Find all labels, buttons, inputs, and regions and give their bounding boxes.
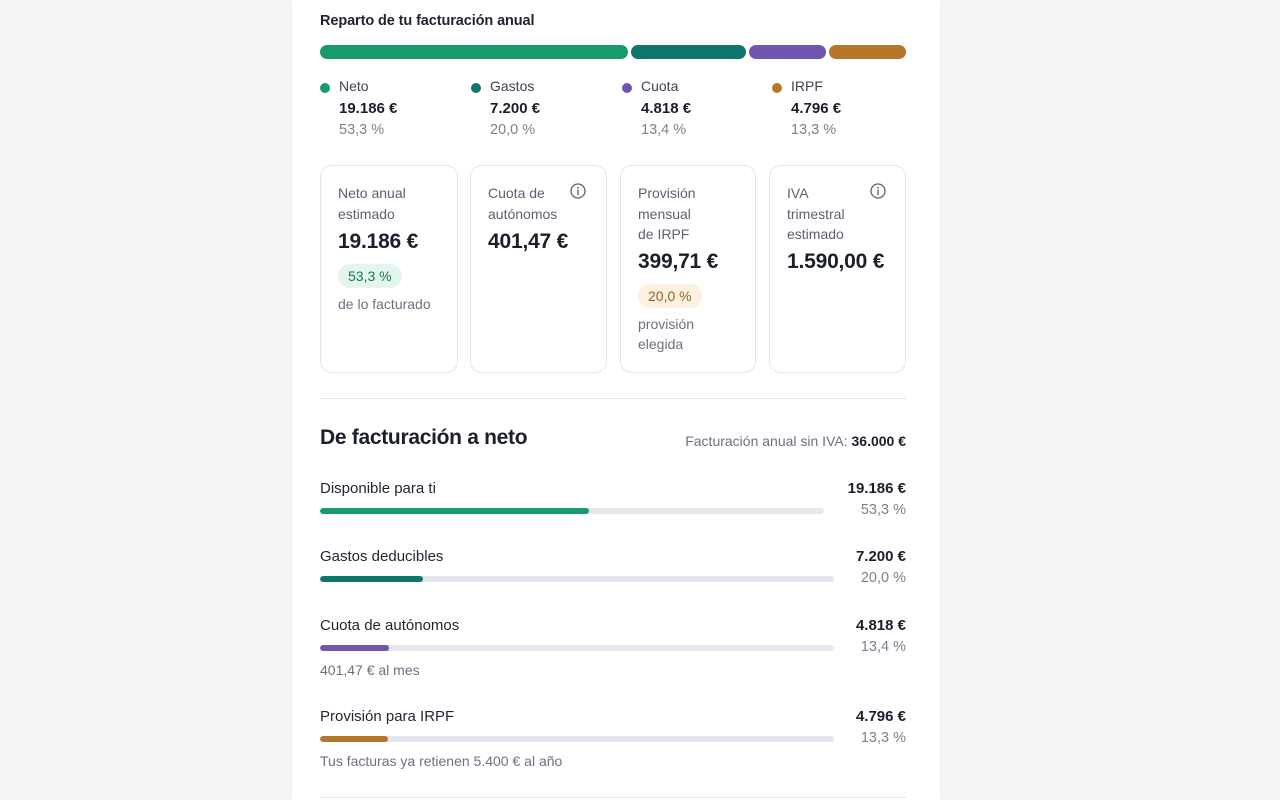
card-label-line: mensual [638, 205, 691, 222]
progress-fill [320, 736, 389, 742]
status-badge: 53,3 % [338, 264, 402, 288]
card-label-line: Cuota de [488, 185, 545, 201]
card-label-line: estimado [338, 205, 395, 222]
progress-track [320, 645, 834, 651]
split-segment-gastos [630, 45, 746, 59]
legend-amount: 19.186 € [339, 100, 398, 117]
split-segment-neto [320, 45, 628, 59]
row-amount: 4.796 € [855, 708, 906, 725]
card-value: 401,47 € [488, 230, 569, 253]
divider [320, 398, 906, 399]
progress-track [320, 736, 834, 742]
row-pct: 13,4 % [860, 639, 906, 655]
row-amount: 19.186 € [847, 480, 906, 497]
row-pct: 53,3 % [860, 502, 906, 518]
row-pct: 13,3 % [860, 730, 906, 746]
section-title: De facturación a neto [320, 426, 528, 449]
card-label-line: Neto anual [338, 185, 406, 201]
legend-pct: 53,3 % [339, 122, 385, 138]
card-label-line: IVA [787, 185, 809, 201]
legend-amount: 7.200 € [490, 100, 541, 117]
annual-billing-label: Facturación anual sin IVA: [685, 433, 848, 449]
card-provision-irpf: Provisión mensual de IRPF 399,71 € 20,0 … [620, 165, 756, 373]
legend-name: Neto [339, 78, 369, 94]
card-note: provisión elegida [638, 314, 694, 354]
card-label: Neto anual estimado [338, 183, 406, 224]
legend-pct: 20,0 % [490, 122, 536, 138]
card-note-line: provisión [638, 316, 695, 332]
row-note: 401,47 € al mes [320, 662, 420, 678]
info-icon[interactable] [570, 183, 586, 199]
split-segment-cuota [748, 45, 827, 59]
card-iva-trimestral: IVA trimestral estimado 1.590,00 € [769, 165, 906, 373]
legend-name: IRPF [791, 78, 823, 94]
progress-fill [320, 645, 389, 651]
card-label: Provisión mensual de IRPF [638, 183, 696, 245]
breakdown-row-cuota: Cuota de autónomos 4.818 € 13,4 % 401,47… [320, 617, 906, 681]
breakdown-row-irpf: Provisión para IRPF 4.796 € 13,3 % Tus f… [320, 708, 906, 772]
progress-fill [320, 576, 423, 582]
breakdown-row-disponible: Disponible para ti 19.186 € 53,3 % [320, 480, 906, 520]
card-label: IVA trimestral estimado [787, 183, 845, 245]
legend-amount: 4.818 € [641, 100, 692, 117]
card-label-line: de IRPF [638, 226, 690, 242]
divider [320, 797, 906, 798]
progress-track [320, 576, 834, 582]
legend-dot [622, 83, 632, 93]
progress-track [320, 508, 824, 514]
legend-pct: 13,3 % [791, 122, 837, 138]
card-label-line: estimado [787, 226, 844, 242]
card-label-line: trimestral [787, 205, 845, 222]
card-label-line: Provisión [638, 185, 696, 201]
legend-dot [471, 83, 481, 93]
card-note: de lo facturado [338, 296, 431, 312]
row-amount: 7.200 € [855, 548, 906, 565]
progress-fill [320, 508, 589, 514]
legend-name: Cuota [641, 78, 679, 94]
row-label: Gastos deducibles [320, 548, 444, 565]
card-neto-anual: Neto anual estimado 19.186 € 53,3 % de l… [320, 165, 458, 373]
row-label: Disponible para ti [320, 480, 436, 497]
legend-dot [320, 83, 330, 93]
legend-name: Gastos [490, 78, 535, 94]
row-label: Provisión para IRPF [320, 708, 455, 725]
split-stacked-bar [320, 45, 906, 59]
split-title: Reparto de tu facturación anual [320, 13, 535, 29]
card-note-line: elegida [638, 336, 684, 352]
annual-billing-value: 36.000 € [851, 433, 907, 449]
card-label-line: autónomos [488, 205, 558, 222]
results-panel: Reparto de tu facturación anual Neto 19.… [292, 0, 940, 800]
breakdown-row-gastos: Gastos deducibles 7.200 € 20,0 % [320, 548, 906, 588]
split-legend: Neto 19.186 € 53,3 % Gastos 7.200 € 20,0… [320, 78, 906, 142]
row-amount: 4.818 € [855, 617, 906, 634]
card-label: Cuota de autónomos [488, 183, 557, 224]
annual-billing-summary: Facturación anual sin IVA: 36.000 € [685, 433, 906, 449]
card-value: 19.186 € [338, 230, 419, 253]
split-segment-irpf [829, 45, 906, 59]
card-value: 399,71 € [638, 250, 719, 273]
card-value: 1.590,00 € [787, 250, 885, 273]
row-note: Tus facturas ya retienen 5.400 € al año [320, 753, 563, 769]
legend-pct: 13,4 % [641, 122, 687, 138]
card-cuota-autonomos: Cuota de autónomos 401,47 € [470, 165, 607, 373]
status-badge: 20,0 % [638, 284, 702, 308]
info-icon[interactable] [870, 183, 886, 199]
legend-amount: 4.796 € [791, 100, 842, 117]
legend-dot [772, 83, 782, 93]
row-label: Cuota de autónomos [320, 617, 460, 634]
row-pct: 20,0 % [860, 570, 906, 586]
